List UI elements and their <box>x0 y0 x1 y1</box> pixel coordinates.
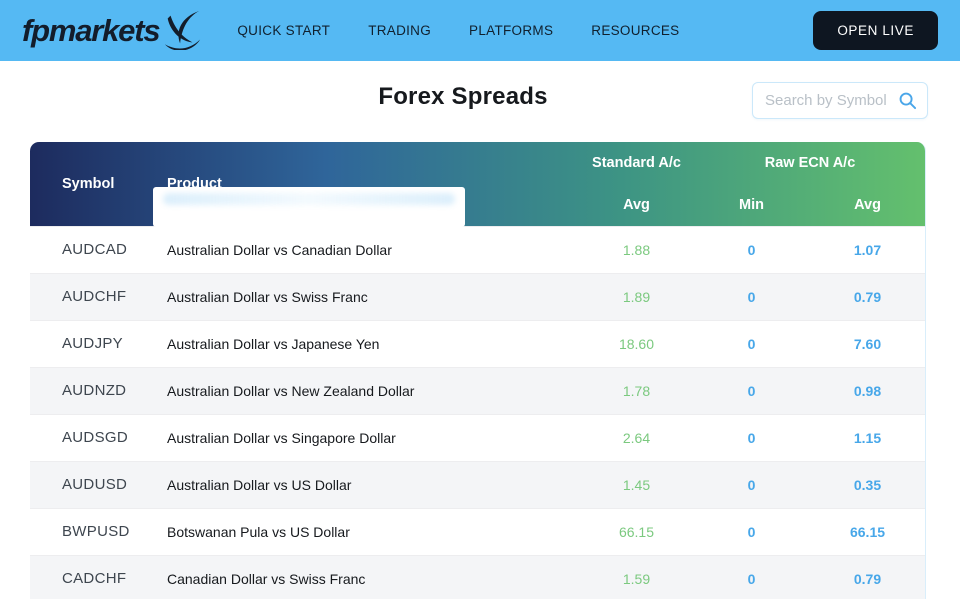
table-row[interactable]: AUDJPY Australian Dollar vs Japanese Yen… <box>30 320 926 367</box>
symbol-search-box <box>752 82 928 119</box>
cell-symbol: AUDCHF <box>30 273 155 320</box>
nav-item-trading[interactable]: TRADING <box>368 23 431 38</box>
cell-standard-avg: 1.88 <box>579 226 694 273</box>
cell-symbol: AUDNZD <box>30 367 155 414</box>
cell-raw-min: 0 <box>694 226 809 273</box>
table-row[interactable]: AUDNZD Australian Dollar vs New Zealand … <box>30 367 926 414</box>
table-row[interactable]: AUDCAD Australian Dollar vs Canadian Dol… <box>30 226 926 273</box>
cell-symbol: AUDJPY <box>30 320 155 367</box>
column-header-symbol: Symbol <box>30 142 155 226</box>
cell-symbol: CADCHF <box>30 555 155 599</box>
search-icon[interactable] <box>898 91 917 110</box>
cell-raw-min: 0 <box>694 320 809 367</box>
table-row[interactable]: CADCHF Canadian Dollar vs Swiss Franc 1.… <box>30 555 926 599</box>
cell-symbol: BWPUSD <box>30 508 155 555</box>
cell-raw-min: 0 <box>694 273 809 320</box>
main-content: Forex Spreads Symbol Product Standard A/… <box>0 61 960 599</box>
top-navigation-bar: fpmarkets QUICK START TRADING PLATFORMS … <box>0 0 960 61</box>
cell-standard-avg: 2.64 <box>579 414 694 461</box>
cell-raw-avg: 0.98 <box>809 367 926 414</box>
cell-standard-avg: 1.59 <box>579 555 694 599</box>
cell-symbol: AUDSGD <box>30 414 155 461</box>
brand-logo[interactable]: fpmarkets <box>22 12 203 50</box>
nav-item-resources[interactable]: RESOURCES <box>591 23 679 38</box>
cell-raw-min: 0 <box>694 414 809 461</box>
cell-product: Australian Dollar vs US Dollar <box>155 461 579 508</box>
cell-standard-avg: 66.15 <box>579 508 694 555</box>
cell-product: Australian Dollar vs New Zealand Dollar <box>155 367 579 414</box>
main-nav: QUICK START TRADING PLATFORMS RESOURCES <box>237 23 679 38</box>
table-row[interactable]: AUDSGD Australian Dollar vs Singapore Do… <box>30 414 926 461</box>
column-header-raw-min: Min <box>694 184 809 226</box>
cell-raw-min: 0 <box>694 508 809 555</box>
table-row[interactable]: AUDUSD Australian Dollar vs US Dollar 1.… <box>30 461 926 508</box>
nav-item-platforms[interactable]: PLATFORMS <box>469 23 553 38</box>
cell-product: Botswanan Pula vs US Dollar <box>155 508 579 555</box>
cell-product: Australian Dollar vs Japanese Yen <box>155 320 579 367</box>
column-header-raw-avg: Avg <box>809 184 926 226</box>
cell-standard-avg: 1.45 <box>579 461 694 508</box>
open-live-button[interactable]: OPEN LIVE <box>813 11 938 50</box>
cell-product: Australian Dollar vs Swiss Franc <box>155 273 579 320</box>
cell-symbol: AUDCAD <box>30 226 155 273</box>
column-header-standard-avg: Avg <box>579 184 694 226</box>
cell-symbol: AUDUSD <box>30 461 155 508</box>
brand-logo-text: fpmarkets <box>22 13 159 49</box>
cell-raw-avg: 1.15 <box>809 414 926 461</box>
product-header-overlay <box>153 187 465 227</box>
cell-raw-avg: 1.07 <box>809 226 926 273</box>
cell-standard-avg: 1.89 <box>579 273 694 320</box>
spreads-table: Symbol Product Standard A/c Raw ECN A/c … <box>30 142 926 599</box>
cell-product: Canadian Dollar vs Swiss Franc <box>155 555 579 599</box>
cell-raw-avg: 7.60 <box>809 320 926 367</box>
cell-raw-avg: 66.15 <box>809 508 926 555</box>
search-input[interactable] <box>765 92 898 109</box>
cell-product: Australian Dollar vs Singapore Dollar <box>155 414 579 461</box>
column-group-standard-ac: Standard A/c <box>579 142 694 184</box>
cell-raw-min: 0 <box>694 555 809 599</box>
spreads-table-body: AUDCAD Australian Dollar vs Canadian Dol… <box>30 226 926 599</box>
cell-raw-min: 0 <box>694 461 809 508</box>
cell-raw-avg: 0.79 <box>809 273 926 320</box>
cell-standard-avg: 1.78 <box>579 367 694 414</box>
cell-raw-avg: 0.35 <box>809 461 926 508</box>
cell-raw-avg: 0.79 <box>809 555 926 599</box>
cell-raw-min: 0 <box>694 367 809 414</box>
column-group-raw-ecn-ac: Raw ECN A/c <box>694 142 926 184</box>
table-row[interactable]: AUDCHF Australian Dollar vs Swiss Franc … <box>30 273 926 320</box>
cell-standard-avg: 18.60 <box>579 320 694 367</box>
cell-product: Australian Dollar vs Canadian Dollar <box>155 226 579 273</box>
brand-swoosh-icon <box>161 8 203 50</box>
table-row[interactable]: BWPUSD Botswanan Pula vs US Dollar 66.15… <box>30 508 926 555</box>
nav-item-quick-start[interactable]: QUICK START <box>237 23 330 38</box>
